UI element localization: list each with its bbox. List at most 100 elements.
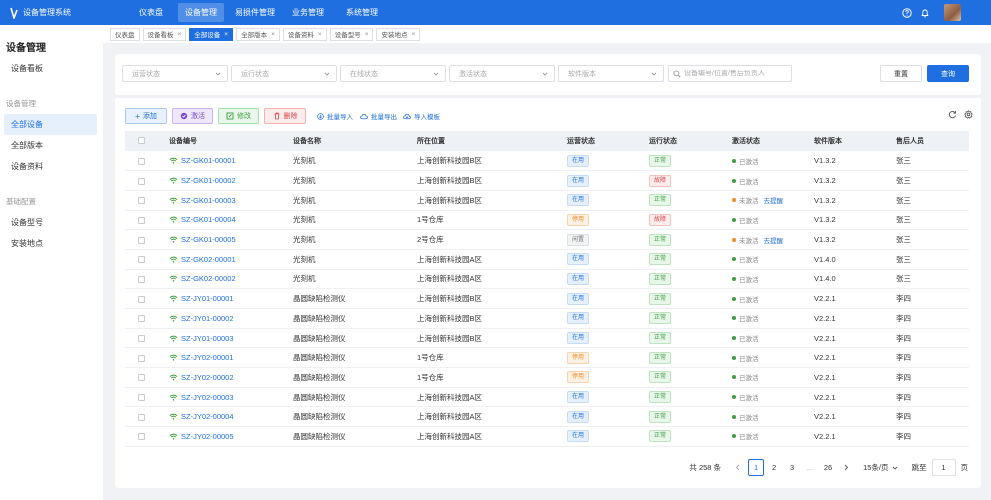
topnav-system[interactable]: 系统管理 [339,3,385,22]
topnav-dashboard[interactable]: 仪表盘 [132,3,170,22]
close-icon[interactable]: × [224,31,228,38]
prev-page-icon[interactable] [730,459,746,476]
device-code-link[interactable]: SZ-JY01-00002 [169,314,291,323]
header-device-code[interactable]: 设备编号 [167,131,291,151]
help-icon[interactable] [902,7,912,18]
header-after-sales[interactable]: 售后人员 [894,131,969,151]
table-row[interactable]: SZ-JY01-00003 晶圆缺陷检测仪 上海创新科技园B区 在用 正常 已激活 V2.2… [125,328,969,348]
row-checkbox[interactable] [138,295,145,303]
row-checkbox[interactable] [138,177,145,185]
device-code-link[interactable]: SZ-GK02-00002 [169,274,291,283]
header-software-version[interactable]: 软件版本 [812,131,894,151]
table-row[interactable]: SZ-JY02-00002 晶圆缺陷检测仪 1号仓库 停用 正常 已激活 V2.2.1 李四 [125,368,969,388]
device-code-link[interactable]: SZ-GK01-00003 [169,196,291,205]
row-checkbox[interactable] [138,315,145,323]
device-code-link[interactable]: SZ-GK01-00001 [169,156,291,165]
remind-link[interactable]: 去提醒 [764,195,784,205]
reset-button[interactable]: 重置 [880,65,922,82]
sidebar-item-all-devices[interactable]: 全部设备 [4,114,97,135]
device-code-link[interactable]: SZ-JY02-00004 [169,412,291,421]
import-template-link[interactable]: 导入模板 [403,108,440,124]
software-version-select[interactable]: 软件版本 [558,65,664,82]
table-row[interactable]: SZ-JY01-00002 晶圆缺陷检测仪 上海创新科技园B区 在用 正常 已激活 V2.2… [125,309,969,329]
header-location[interactable]: 所在位置 [415,131,565,151]
refresh-icon[interactable] [948,110,957,119]
page-ellipsis[interactable]: ... [802,459,818,476]
close-icon[interactable]: × [178,31,182,38]
gear-icon[interactable] [964,110,973,119]
topnav-spare-parts[interactable]: 易损件管理 [228,3,282,22]
header-device-name[interactable]: 设备名称 [291,131,415,151]
device-code-link[interactable]: SZ-JY02-00003 [169,393,291,402]
header-op-status[interactable]: 运营状态 [565,131,647,151]
remind-link[interactable]: 去提醒 [764,235,784,245]
table-row[interactable]: SZ-GK01-00003 光刻机 上海创新科技园B区 在用 正常 未激活 去提醒 V1.3.… [125,190,969,211]
table-row[interactable]: SZ-JY01-00001 晶圆缺陷检测仪 上海创新科技园B区 在用 正常 已激活 V2.2… [125,289,969,309]
sidebar-item-install-locations[interactable]: 安装地点 [0,233,103,254]
close-icon[interactable]: × [365,31,369,38]
device-code-link[interactable]: SZ-JY02-00001 [169,353,291,362]
table-row[interactable]: SZ-GK01-00004 光刻机 1号仓库 停用 故障 已激活 V1.3.2 张三 [125,210,969,230]
sidebar-item-device-models[interactable]: 设备型号 [0,212,103,233]
table-row[interactable]: SZ-GK01-00002 光刻机 上海创新科技园B区 在用 故障 已激活 V1.3.2 张三 [125,171,969,191]
page-1[interactable]: 1 [748,459,765,476]
next-page-icon[interactable] [838,459,854,476]
row-checkbox[interactable] [138,275,145,283]
activation-status-select[interactable]: 激活状态 [449,65,555,82]
row-checkbox[interactable] [138,157,145,165]
device-code-link[interactable]: SZ-GK01-00004 [169,215,291,224]
page-size-select[interactable]: 15条/页 [863,462,898,473]
tab-all-versions[interactable]: 全部版本 × [236,27,280,41]
select-all-checkbox[interactable] [138,137,145,145]
online-status-select[interactable]: 在线状态 [340,65,446,82]
device-code-link[interactable]: SZ-GK01-00002 [169,176,291,185]
row-checkbox[interactable] [138,354,145,362]
sidebar-item-all-versions[interactable]: 全部版本 [0,135,103,156]
avatar[interactable] [944,4,961,21]
tab-all-devices[interactable]: 全部设备 × [189,27,234,41]
row-checkbox[interactable] [138,256,145,264]
row-checkbox[interactable] [138,394,145,402]
device-code-link[interactable]: SZ-GK02-00001 [169,255,291,264]
table-row[interactable]: SZ-JY02-00004 晶圆缺陷检测仪 上海创新科技园A区 在用 正常 已激活 V2.2… [125,407,969,427]
device-code-link[interactable]: SZ-JY02-00005 [169,432,291,441]
row-checkbox[interactable] [138,216,145,224]
tab-device-dashboard[interactable]: 设备看板 × [142,27,187,41]
page-26[interactable]: 26 [820,459,836,476]
table-row[interactable]: SZ-GK01-00005 光刻机 2号仓库 闲置 正常 未激活 去提醒 V1.3.2 张三 [125,230,969,250]
page-3[interactable]: 3 [784,459,800,476]
device-code-link[interactable]: SZ-JY02-00002 [169,373,291,382]
bell-icon[interactable] [920,8,930,18]
tab-install-locations[interactable]: 安装地点 × [376,27,421,41]
row-checkbox[interactable] [138,236,145,244]
close-icon[interactable]: × [411,31,415,38]
table-row[interactable]: SZ-GK02-00002 光刻机 上海创新科技园A区 在用 正常 已激活 V1.4.0 张三 [125,269,969,289]
activate-button[interactable]: 激活 [172,108,213,124]
modify-button[interactable]: 修改 [218,108,259,124]
header-run-status[interactable]: 运行状态 [647,131,730,151]
table-row[interactable]: SZ-GK01-00001 光刻机 上海创新科技园B区 在用 正常 已激活 V1.3.2 张三 [125,151,969,171]
tab-device-docs[interactable]: 设备资料 × [282,27,327,41]
close-icon[interactable]: × [318,31,322,38]
row-checkbox[interactable] [138,374,145,382]
add-button[interactable]: + 添加 [125,108,167,124]
topnav-business[interactable]: 业务管理 [285,3,331,22]
batch-import-link[interactable]: 批量导入 [317,108,353,124]
run-status-select[interactable]: 运行状态 [231,65,337,82]
row-checkbox[interactable] [138,413,145,421]
table-row[interactable]: SZ-JY02-00003 晶圆缺陷检测仪 上海创新科技园A区 在用 正常 已激活 V2.2… [125,387,969,407]
device-code-link[interactable]: SZ-JY01-00003 [169,334,291,343]
batch-export-link[interactable]: 批量导出 [360,108,397,124]
search-input[interactable] [684,70,784,77]
table-row[interactable]: SZ-GK02-00001 光刻机 上海创新科技园A区 在用 正常 已激活 V1.4.0 张三 [125,249,969,270]
query-button[interactable]: 查询 [927,65,969,82]
tab-device-models[interactable]: 设备型号 × [329,27,374,41]
row-checkbox[interactable] [138,335,145,343]
row-checkbox[interactable] [138,433,145,441]
sidebar-item-device-dashboard[interactable]: 设备看板 [0,58,103,79]
row-checkbox[interactable] [138,197,145,205]
device-code-link[interactable]: SZ-JY01-00001 [169,294,291,303]
table-row[interactable]: SZ-JY02-00001 晶圆缺陷检测仪 1号仓库 停用 正常 已激活 V2.2.1 李四 [125,348,969,368]
sidebar-item-device-docs[interactable]: 设备资料 [0,156,103,177]
delete-button[interactable]: 删除 [264,108,306,124]
